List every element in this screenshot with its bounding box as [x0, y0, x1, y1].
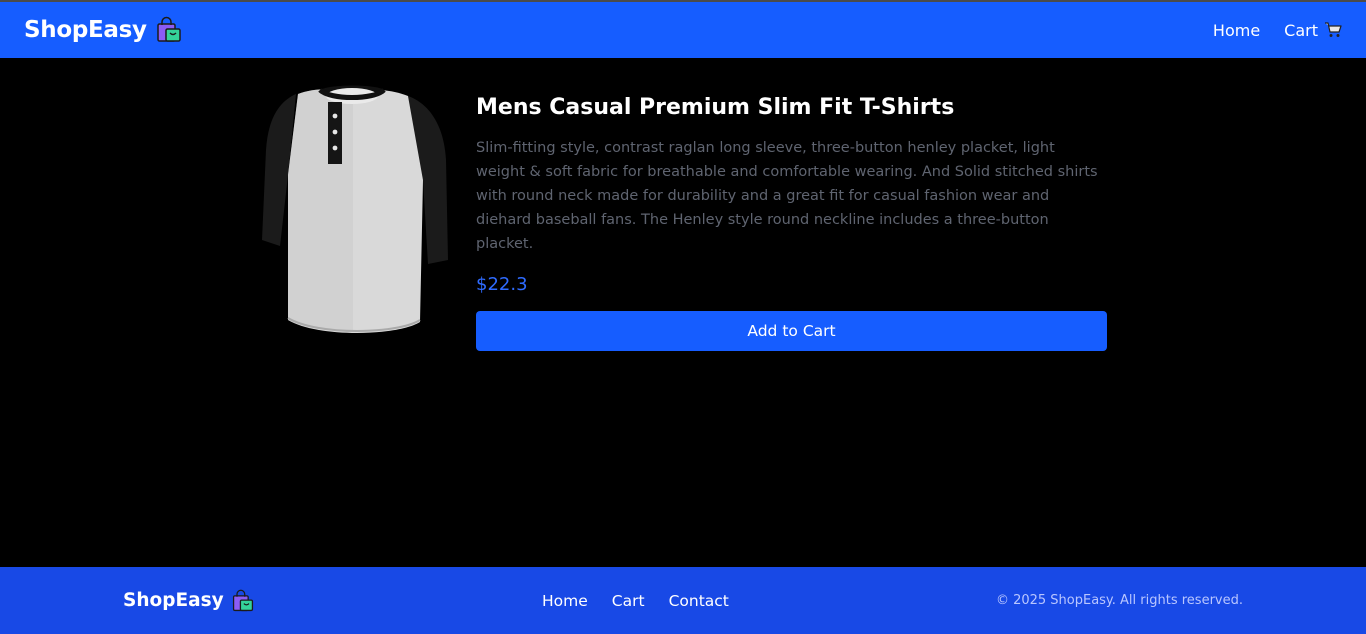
product-detail: Mens Casual Premium Slim Fit T-Shirts Sl… — [258, 80, 1108, 351]
nav-cart-link[interactable]: Cart — [1284, 21, 1342, 40]
product-description: Slim-fitting style, contrast raglan long… — [476, 140, 1098, 252]
footer-cart-link[interactable]: Cart — [612, 592, 645, 610]
shopping-bags-icon — [156, 16, 181, 42]
site-footer: ShopEasy Home Cart Contact © 2025 ShopEa… — [0, 567, 1366, 634]
brand-name: ShopEasy — [24, 17, 147, 43]
product-price: $22.3 — [476, 274, 528, 295]
main-nav: Home Cart — [1213, 21, 1342, 40]
nav-home-label: Home — [1212, 20, 1261, 40]
copyright-text: © 2025 ShopEasy. All rights reserved. — [995, 593, 1243, 608]
footer-contact-link[interactable]: Contact — [669, 592, 729, 610]
shopping-cart-icon — [1325, 22, 1342, 37]
top-navbar: ShopEasy Home Cart — [0, 2, 1366, 58]
product-title: Mens Casual Premium Slim Fit T-Shirts — [476, 95, 955, 120]
nav-cart-label: Cart — [1284, 20, 1318, 40]
add-to-cart-button[interactable]: Add to Cart — [476, 311, 1107, 351]
footer-nav: Home Cart Contact — [542, 567, 729, 634]
nav-home-link[interactable]: Home — [1213, 21, 1260, 40]
footer-brand-name: ShopEasy — [123, 590, 224, 611]
product-image — [262, 85, 448, 333]
shopping-bags-icon — [232, 589, 253, 611]
product-info: Mens Casual Premium Slim Fit T-Shirts Sl… — [476, 94, 1107, 351]
brand-logo[interactable]: ShopEasy — [24, 16, 183, 44]
footer-home-link[interactable]: Home — [542, 592, 588, 610]
footer-brand[interactable]: ShopEasy — [123, 567, 255, 634]
